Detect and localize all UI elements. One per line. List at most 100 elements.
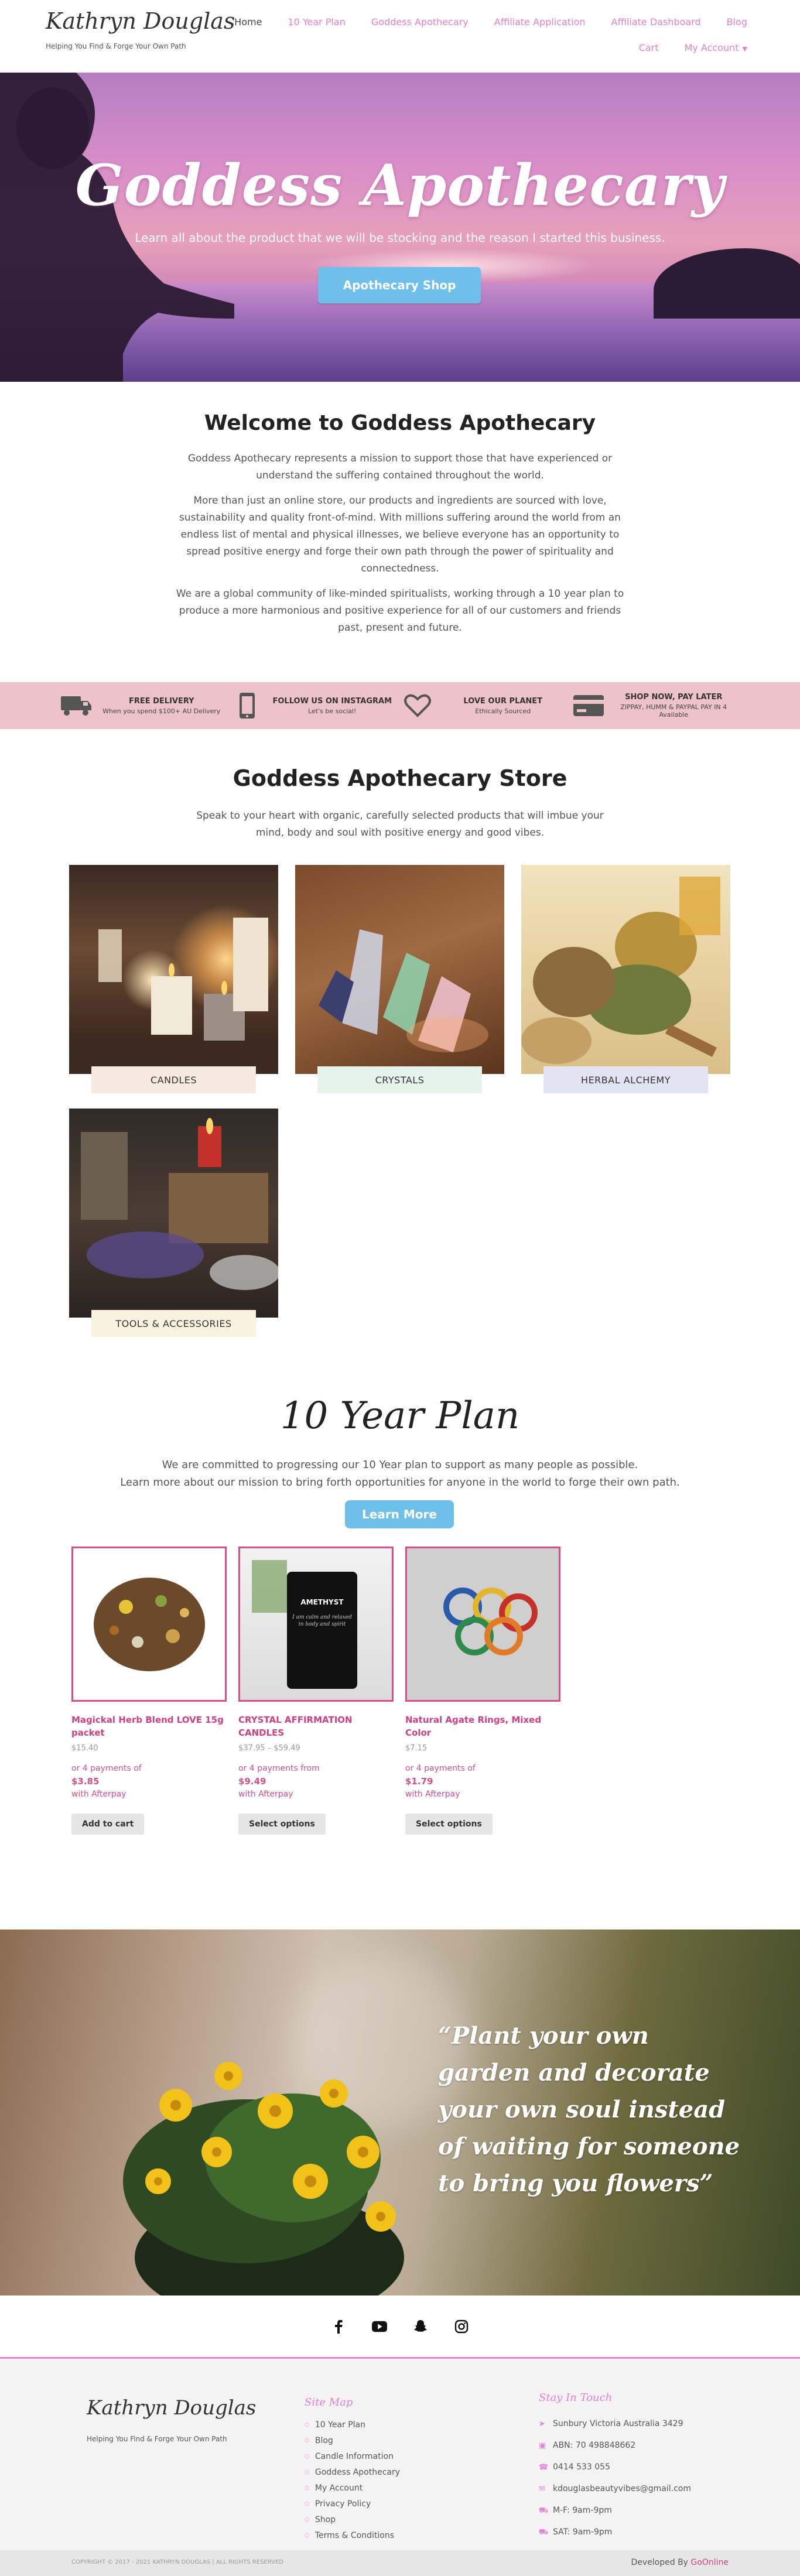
store-section: Goddess Apothecary Store Speak to your h… xyxy=(0,729,800,1356)
category-tools-accessories[interactable]: TOOLS & ACCESSORIES xyxy=(69,1109,280,1337)
main-nav: Home 10 Year Plan Goddess Apothecary Aff… xyxy=(208,16,747,28)
sitemap-link[interactable]: Goddess Apothecary xyxy=(305,2465,400,2481)
ten-year-plan-section: 10 Year Plan We are committed to progres… xyxy=(0,1356,800,1930)
product-price: $7.15 xyxy=(405,1744,428,1753)
category-herbal-alchemy[interactable]: HERBAL ALCHEMY xyxy=(521,865,730,1093)
contact-hours: ⛟ M-F: 9am-9pm xyxy=(539,2500,691,2522)
credit-card-icon xyxy=(571,691,606,720)
nav-cart[interactable]: Cart xyxy=(639,42,659,53)
category-candles[interactable]: CANDLES xyxy=(69,865,278,1093)
category-label[interactable]: CRYSTALS xyxy=(317,1066,482,1093)
select-options-button[interactable]: Select options xyxy=(238,1814,326,1835)
footer-contact: Stay In Touch ➤ Sunbury Victoria Australi… xyxy=(539,2392,691,2543)
developer-link[interactable]: GoOnline xyxy=(690,2558,729,2567)
copyright-text: COPYRIGHT © 2017 - 2021 KATHRYN DOUGLAS … xyxy=(71,2559,284,2565)
footer-logo[interactable]: Kathryn Douglas xyxy=(87,2396,256,2420)
nav-affiliate-dashboard[interactable]: Affiliate Dashboard xyxy=(611,16,701,28)
product-card: AMETHYST I am calm and relaxed in body a… xyxy=(238,1547,394,1835)
product-name[interactable]: Magickal Herb Blend LOVE 15g packet xyxy=(71,1713,227,1739)
product-name[interactable]: CRYSTAL AFFIRMATION CANDLES xyxy=(238,1713,394,1739)
category-label[interactable]: HERBAL ALCHEMY xyxy=(543,1066,708,1093)
sitemap-title: Site Map xyxy=(305,2396,353,2409)
sitemap-link[interactable]: Blog xyxy=(305,2434,400,2450)
sitemap-link[interactable]: 10 Year Plan xyxy=(305,2418,400,2434)
site-footer: Kathryn Douglas Helping You Find & Forge… xyxy=(0,2359,800,2550)
tools-image xyxy=(69,1109,280,1318)
feature-love-planet: LOVE OUR PLANET Ethically Sourced xyxy=(400,691,571,720)
yellow-flowers-image xyxy=(123,2062,404,2296)
car-icon: ⛟ xyxy=(539,2506,549,2515)
developed-by-label: Developed By xyxy=(631,2558,688,2567)
feature-title: LOVE OUR PLANET xyxy=(463,696,543,706)
youtube-icon[interactable] xyxy=(372,2319,387,2334)
afterpay-suffix: with Afterpay xyxy=(71,1790,127,1799)
snapchat-icon[interactable] xyxy=(413,2319,428,2334)
nav-home[interactable]: Home xyxy=(234,16,262,28)
afterpay-prefix: or 4 payments of xyxy=(71,1764,142,1773)
site-logo[interactable]: Kathryn Douglas xyxy=(46,8,235,34)
social-links xyxy=(0,2296,800,2359)
facebook-icon[interactable] xyxy=(331,2319,346,2334)
phone-icon xyxy=(230,691,265,720)
product-price: $37.95 – $59.49 xyxy=(238,1744,300,1753)
sitemap-link[interactable]: Candle Information xyxy=(305,2450,400,2465)
sitemap-link[interactable]: My Account xyxy=(305,2481,400,2497)
plan-title: 10 Year Plan xyxy=(280,1394,520,1438)
nav-10-year-plan[interactable]: 10 Year Plan xyxy=(288,16,345,28)
category-label[interactable]: TOOLS & ACCESSORIES xyxy=(91,1310,256,1337)
feature-title: FREE DELIVERY xyxy=(128,696,194,706)
nav-blog[interactable]: Blog xyxy=(727,16,747,28)
product-image[interactable]: AMETHYST I am calm and relaxed in body a… xyxy=(238,1547,394,1702)
secondary-nav: Cart My Account ▼ xyxy=(613,42,747,53)
afterpay-amount: $3.85 xyxy=(71,1776,100,1787)
quote-banner: “Plant your own garden and decorate your… xyxy=(0,1930,800,2296)
hero-title: Goddess Apothecary xyxy=(75,152,725,218)
category-label[interactable]: CANDLES xyxy=(91,1066,256,1093)
feature-instagram: FOLLOW US ON INSTAGRAM Let's be social! xyxy=(230,691,401,720)
contact-email[interactable]: ✉ kdouglasbeautyvibes@gmail.com xyxy=(539,2478,691,2500)
sitemap-link[interactable]: Privacy Policy xyxy=(305,2497,400,2513)
contact-address: ➤ Sunbury Victoria Australia 3429 xyxy=(539,2413,691,2435)
product-image[interactable] xyxy=(71,1547,227,1702)
contact-text: kdouglasbeautyvibes@gmail.com xyxy=(553,2484,692,2493)
store-intro: Speak to your heart with organic, carefu… xyxy=(196,810,604,839)
add-to-cart-button[interactable]: Add to cart xyxy=(71,1814,145,1835)
instagram-icon[interactable] xyxy=(454,2319,469,2334)
nav-affiliate-application[interactable]: Affiliate Application xyxy=(494,16,586,28)
herbs-image xyxy=(521,865,730,1074)
truck-icon xyxy=(59,691,94,720)
afterpay-info: or 4 payments of $3.85 with Afterpay xyxy=(71,1762,227,1801)
quote-text: “Plant your own garden and decorate your… xyxy=(438,2022,740,2197)
feature-subtitle: ZIPPAY, HUMM & PAYPAL PAY IN 4 Available xyxy=(620,703,727,719)
welcome-paragraph: We are a global community of like-minded… xyxy=(176,588,624,634)
feature-pay-later: SHOP NOW, PAY LATER ZIPPAY, HUMM & PAYPAL… xyxy=(571,691,742,720)
feature-free-delivery: FREE DELIVERY When you spend $100+ AU Del… xyxy=(59,691,230,720)
welcome-paragraph: Goddess Apothecary represents a mission … xyxy=(187,453,613,481)
brand[interactable]: Kathryn Douglas Helping You Find & Forge… xyxy=(46,8,235,50)
email-icon: ✉ xyxy=(539,2485,545,2493)
sitemap-link[interactable]: Shop xyxy=(305,2513,400,2529)
sitemap-link[interactable]: Terms & Conditions xyxy=(305,2529,400,2544)
category-crystals[interactable]: CRYSTALS xyxy=(295,865,504,1093)
site-header: Kathryn Douglas Helping You Find & Forge… xyxy=(0,0,800,73)
car-icon: ⛟ xyxy=(539,2528,549,2537)
apothecary-shop-button[interactable]: Apothecary Shop xyxy=(318,267,481,303)
learn-more-button[interactable]: Learn More xyxy=(345,1500,454,1528)
contact-phone[interactable]: ☎ 0414 533 055 xyxy=(539,2457,691,2478)
afterpay-info: or 4 payments of $1.79 with Afterpay xyxy=(405,1762,560,1801)
select-options-button[interactable]: Select options xyxy=(405,1814,493,1835)
contact-text: 0414 533 055 xyxy=(553,2462,610,2472)
product-image[interactable] xyxy=(405,1547,560,1702)
product-name[interactable]: Natural Agate Rings, Mixed Color xyxy=(405,1713,560,1739)
contact-text: SAT: 9am-9pm xyxy=(553,2527,613,2537)
crystals-image xyxy=(295,865,504,1074)
afterpay-prefix: or 4 payments from xyxy=(238,1764,320,1773)
candles-image xyxy=(69,865,278,1074)
meditation-silhouette-image xyxy=(0,73,234,382)
welcome-title: Welcome to Goddess Apothecary xyxy=(204,411,596,435)
nav-goddess-apothecary[interactable]: Goddess Apothecary xyxy=(371,16,469,28)
contact-title: Stay In Touch xyxy=(539,2392,613,2404)
nav-my-account[interactable]: My Account ▼ xyxy=(685,42,747,53)
features-bar: FREE DELIVERY When you spend $100+ AU Del… xyxy=(0,682,800,729)
id-card-icon: ▣ xyxy=(539,2441,546,2450)
